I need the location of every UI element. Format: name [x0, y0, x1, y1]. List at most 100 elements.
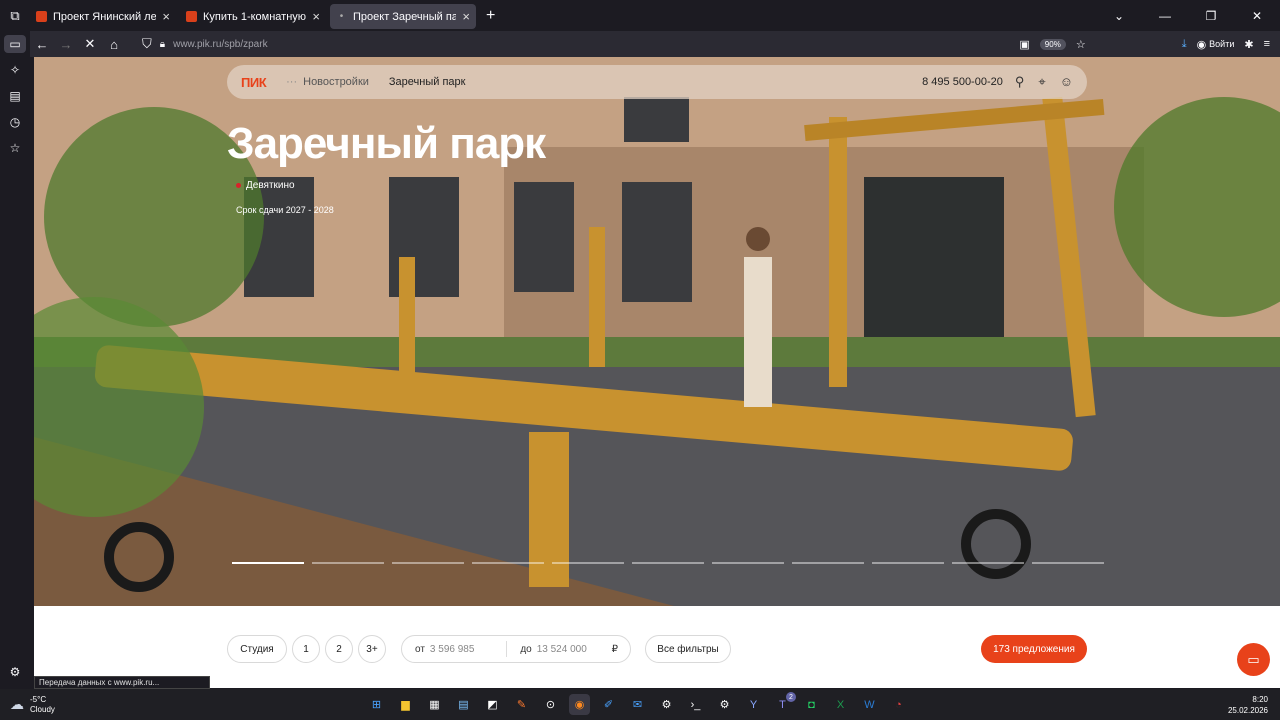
- web-page: ПИК ··· Новостройки Заречный парк 8 495 …: [34, 57, 1280, 688]
- slider-segment[interactable]: [632, 562, 704, 564]
- slider-segment[interactable]: [1032, 562, 1104, 564]
- app-icon[interactable]: ✎: [511, 694, 532, 715]
- delivery-term: Срок сдачи 2027 - 2028: [236, 205, 334, 215]
- stop-loading-icon[interactable]: ✕: [78, 36, 102, 52]
- login-label: Войти: [1209, 39, 1235, 49]
- forward-arrow-icon[interactable]: →: [54, 37, 78, 52]
- history-icon[interactable]: ◷: [4, 113, 26, 131]
- word-icon[interactable]: W: [859, 694, 880, 715]
- paint-icon[interactable]: ◩: [482, 694, 503, 715]
- breadcrumb-novostroyki[interactable]: Новостройки: [303, 76, 369, 88]
- room-filter-1[interactable]: 1: [292, 635, 320, 663]
- weather-widget[interactable]: ☁ -5°C Cloudy: [10, 695, 170, 715]
- notification-badge: 2: [786, 692, 796, 702]
- close-tab-icon[interactable]: ×: [462, 9, 470, 24]
- restore-button[interactable]: ❐: [1188, 9, 1234, 23]
- cloud-icon: ☁: [10, 696, 24, 712]
- account-button[interactable]: ◉ Войти: [1197, 38, 1235, 51]
- slider-segment[interactable]: [472, 562, 544, 564]
- price-to-field[interactable]: до 13 524 000: [507, 644, 611, 655]
- back-arrow-icon[interactable]: ←: [30, 37, 54, 52]
- new-tab-button[interactable]: +: [486, 7, 495, 25]
- synced-tabs-icon[interactable]: ▤: [4, 87, 26, 105]
- app-pen-icon[interactable]: ✐: [598, 694, 619, 715]
- teams-icon[interactable]: T2: [772, 692, 796, 715]
- window-controls: ⌄ — ❐ ✕: [1096, 0, 1280, 31]
- address-bar[interactable]: ⛉ 🔒︎ www.pik.ru/spb/zpark: [142, 36, 1019, 52]
- site-header: ПИК ··· Новостройки Заречный парк 8 495 …: [227, 65, 1087, 99]
- settings-gear-icon[interactable]: ⚙: [4, 663, 26, 681]
- tab-list-icon[interactable]: ⧉: [0, 0, 30, 31]
- url-text[interactable]: www.pik.ru/spb/zpark: [173, 39, 267, 50]
- tab-1[interactable]: Проект Янинский лес в Санкт ×: [30, 4, 176, 29]
- whatsapp-icon[interactable]: ◘: [801, 694, 822, 715]
- slider-segment[interactable]: [792, 562, 864, 564]
- toolbar-right: ▣ 90% ☆ ⤓ ◉ Войти ✱ ≡: [1019, 38, 1270, 51]
- slider-segment[interactable]: [872, 562, 944, 564]
- slider-progress[interactable]: [232, 562, 1104, 564]
- settings-icon[interactable]: ⚙: [714, 694, 735, 715]
- notepad-icon[interactable]: ▤: [453, 694, 474, 715]
- yandex-icon[interactable]: Y: [743, 694, 764, 715]
- room-filter-2[interactable]: 2: [325, 635, 353, 663]
- status-bar: Передача данных с www.pik.ru...: [34, 676, 210, 689]
- menu-hamburger-icon[interactable]: ≡: [1264, 38, 1270, 50]
- page-title: Заречный парк: [227, 119, 546, 168]
- excel-icon[interactable]: X: [830, 694, 851, 715]
- system-clock[interactable]: 8:20 25.02.2026: [1228, 694, 1268, 716]
- temperature: -5°C: [30, 694, 47, 704]
- chat-icon[interactable]: ▭: [1237, 643, 1270, 676]
- slider-segment[interactable]: [952, 562, 1024, 564]
- mail-icon[interactable]: ✉: [627, 694, 648, 715]
- app-red-icon[interactable]: ◔: [888, 694, 909, 715]
- metro-name: Девяткино: [246, 180, 295, 191]
- close-tab-icon[interactable]: ×: [162, 9, 170, 24]
- zoom-level[interactable]: 90%: [1039, 38, 1066, 50]
- home-icon[interactable]: ⌂: [102, 37, 126, 52]
- minimize-button[interactable]: —: [1142, 9, 1188, 23]
- reader-view-icon[interactable]: ▣: [1019, 38, 1029, 51]
- terminal-icon[interactable]: ›_: [685, 694, 706, 715]
- file-explorer-icon[interactable]: ▆: [395, 694, 416, 715]
- price-from-value: 3 596 985: [429, 643, 475, 655]
- phone-number[interactable]: 8 495 500-00-20: [922, 76, 1003, 88]
- obs-icon[interactable]: ⊙: [540, 694, 561, 715]
- lock-icon[interactable]: 🔒︎: [160, 39, 165, 50]
- price-from-field[interactable]: от 3 596 985: [402, 644, 506, 655]
- tab-menu-chevron-icon[interactable]: ⌄: [1096, 9, 1142, 23]
- loading-icon: •: [339, 11, 344, 22]
- slider-segment[interactable]: [552, 562, 624, 564]
- close-tab-icon[interactable]: ×: [312, 9, 320, 24]
- bookmark-star-icon[interactable]: ☆: [1076, 38, 1086, 51]
- tab-3-active[interactable]: • Проект Заречный парк в Санк ×: [330, 4, 476, 29]
- shield-icon[interactable]: ⛉: [142, 36, 152, 52]
- bookmarks-star-icon[interactable]: ☆: [4, 139, 26, 157]
- slider-segment[interactable]: [392, 562, 464, 564]
- search-icon[interactable]: ⚲: [1015, 74, 1025, 90]
- app-gear-icon[interactable]: ⚙: [656, 694, 677, 715]
- windows-start-icon[interactable]: ⊞: [366, 694, 387, 715]
- slider-segment[interactable]: [232, 562, 304, 564]
- room-filter-3plus[interactable]: 3+: [358, 635, 386, 663]
- sidebar-toggle-icon[interactable]: ▭: [4, 35, 26, 53]
- offers-button[interactable]: 173 предложения: [981, 635, 1087, 663]
- download-icon[interactable]: ⤓: [1182, 38, 1187, 51]
- calculator-icon[interactable]: ▦: [424, 694, 445, 715]
- windows-taskbar: ☁ -5°C Cloudy ⊞ ▆ ▦ ▤ ◩ ✎ ⊙ ◉ ✐ ✉ ⚙ ›_ ⚙…: [0, 689, 1280, 720]
- location-pin-icon[interactable]: ⌖: [1038, 74, 1045, 90]
- close-window-button[interactable]: ✕: [1234, 9, 1280, 23]
- slider-segment[interactable]: [312, 562, 384, 564]
- pik-logo[interactable]: ПИК: [241, 75, 267, 90]
- ai-chatbot-icon[interactable]: ✧: [4, 61, 26, 79]
- firefox-icon[interactable]: ◉: [569, 694, 590, 715]
- tab-2[interactable]: Купить 1-комнатную квартиру ×: [180, 4, 326, 29]
- tab-title: Купить 1-комнатную квартиру: [203, 10, 307, 23]
- weather-condition: Cloudy: [30, 704, 55, 714]
- tab-title: Проект Заречный парк в Санк: [353, 10, 457, 23]
- slider-segment[interactable]: [712, 562, 784, 564]
- all-filters-button[interactable]: Все фильтры: [645, 635, 731, 663]
- user-icon[interactable]: ☺: [1060, 74, 1073, 90]
- room-filter-studio[interactable]: Студия: [227, 635, 287, 663]
- pik-favicon-icon: [36, 11, 47, 22]
- extensions-icon[interactable]: ✱: [1244, 38, 1253, 51]
